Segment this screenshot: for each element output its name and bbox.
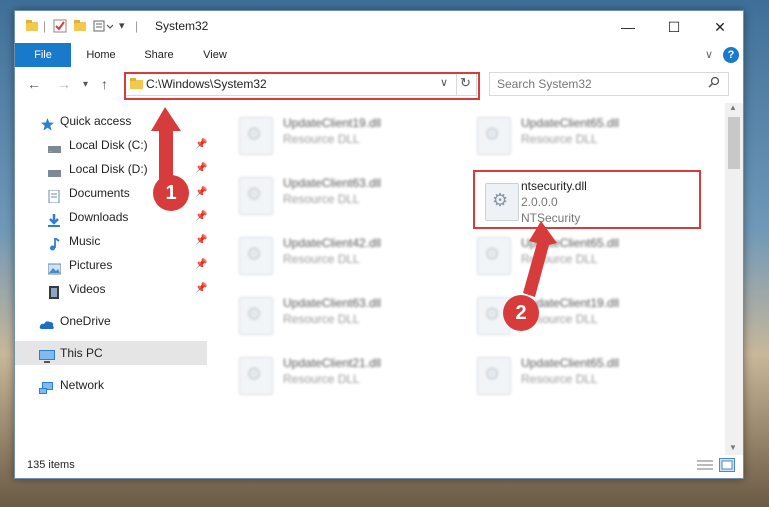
cloud-icon	[39, 315, 54, 329]
sidebar-item-videos[interactable]: Videos 📌	[15, 277, 209, 301]
gear-icon: ⚙	[246, 184, 263, 204]
pin-icon[interactable]: 📌	[195, 205, 207, 229]
gear-icon: ⚙	[246, 244, 263, 264]
sidebar-item-music[interactable]: Music 📌	[15, 229, 209, 253]
tab-file[interactable]: File	[15, 43, 71, 67]
gear-icon: ⚙	[484, 364, 501, 384]
documents-icon	[48, 187, 60, 204]
file-tile[interactable]: ⚙ UpdateClient42.dll Resource DLL	[229, 229, 459, 279]
folder-icon[interactable]	[25, 19, 39, 35]
ribbon-tabs: File Home Share View ∨ ?	[15, 43, 743, 68]
computer-icon	[39, 347, 55, 363]
tab-view[interactable]: View	[195, 43, 235, 67]
scroll-up-icon[interactable]: ▲	[729, 103, 737, 112]
drive-icon	[48, 139, 61, 153]
window-title: System32	[155, 19, 209, 33]
file-tile[interactable]: ⚙ UpdateClient65.dll Resource DLL	[467, 229, 697, 279]
pin-icon[interactable]: 📌	[195, 253, 207, 277]
search-icon	[708, 76, 720, 91]
music-icon	[48, 235, 60, 251]
step-badge-1: 1	[153, 175, 189, 211]
star-icon	[41, 115, 54, 131]
gear-icon: ⚙	[484, 124, 501, 144]
recent-locations-icon[interactable]: ▾	[83, 79, 88, 90]
details-view-icon[interactable]	[697, 459, 713, 474]
file-tile[interactable]: ⚙ UpdateClient65.dll Resource DLL	[467, 349, 697, 399]
file-highlight	[473, 170, 701, 229]
properties-icon[interactable]	[53, 19, 67, 35]
scrollbar-thumb[interactable]	[728, 117, 740, 169]
file-explorer-window: | ▾ | System32 — ☐ ✕ File Home Share Vie…	[14, 10, 744, 479]
downloads-icon	[48, 211, 60, 227]
dropdown-arrow-icon[interactable]: ▾	[119, 19, 125, 35]
minimize-button[interactable]: —	[605, 11, 651, 43]
scroll-down-icon[interactable]: ▼	[729, 443, 737, 452]
file-tile[interactable]: ⚙ UpdateClient63.dll Resource DLL	[229, 289, 459, 339]
file-tile[interactable]: ⚙ UpdateClient65.dll Resource DLL	[467, 109, 697, 159]
gear-icon: ⚙	[246, 124, 263, 144]
file-list: ⚙ UpdateClient19.dll Resource DLL ⚙ Upda…	[211, 103, 725, 455]
customize-quick-access-icon[interactable]	[93, 19, 119, 35]
help-button[interactable]: ?	[723, 47, 739, 63]
pictures-icon	[47, 259, 62, 275]
tab-share[interactable]: Share	[137, 43, 181, 67]
videos-icon	[48, 283, 60, 299]
step-badge-2: 2	[503, 295, 539, 331]
gear-icon: ⚙	[246, 304, 263, 324]
sidebar-item-pictures[interactable]: Pictures 📌	[15, 253, 209, 277]
gear-icon: ⚙	[484, 244, 501, 264]
sidebar-item-this-pc[interactable]: This PC	[15, 341, 207, 365]
file-tile[interactable]: ⚙ UpdateClient19.dll Resource DLL	[229, 109, 459, 159]
up-arrow-icon[interactable]: ↑	[101, 76, 108, 92]
tab-home[interactable]: Home	[79, 43, 123, 67]
maximize-button[interactable]: ☐	[651, 11, 697, 43]
network-icon	[39, 379, 53, 394]
title-bar: | ▾ | System32 — ☐ ✕	[15, 11, 743, 43]
sidebar-item-onedrive[interactable]: OneDrive	[15, 309, 209, 333]
vertical-scrollbar[interactable]: ▲ ▼	[725, 103, 743, 455]
gear-icon: ⚙	[484, 304, 501, 324]
search-box[interactable]: Search System32	[489, 72, 729, 96]
status-bar: 135 items	[15, 455, 743, 477]
separator: |	[43, 19, 47, 33]
separator: |	[135, 19, 139, 33]
close-button[interactable]: ✕	[697, 11, 743, 43]
expand-ribbon-button[interactable]: ∨	[701, 43, 717, 67]
search-input[interactable]: Search System32	[497, 77, 592, 91]
forward-arrow-icon[interactable]: →	[57, 76, 71, 92]
new-folder-icon[interactable]	[73, 19, 87, 35]
gear-icon: ⚙	[246, 364, 263, 384]
large-icons-view-icon[interactable]	[719, 458, 735, 472]
file-tile[interactable]: ⚙ UpdateClient19.dll Resource DLL	[467, 289, 697, 339]
file-tile[interactable]: ⚙ UpdateClient21.dll Resource DLL	[229, 349, 459, 399]
back-arrow-icon[interactable]: ←	[27, 76, 41, 92]
pin-icon[interactable]: 📌	[195, 229, 207, 253]
item-count: 135 items	[27, 459, 75, 471]
pin-icon[interactable]: 📌	[195, 277, 207, 301]
file-tile[interactable]: ⚙ UpdateClient63.dll Resource DLL	[229, 169, 459, 219]
drive-icon	[48, 163, 61, 177]
sidebar-item-network[interactable]: Network	[15, 373, 209, 397]
address-bar-highlight	[124, 72, 480, 100]
